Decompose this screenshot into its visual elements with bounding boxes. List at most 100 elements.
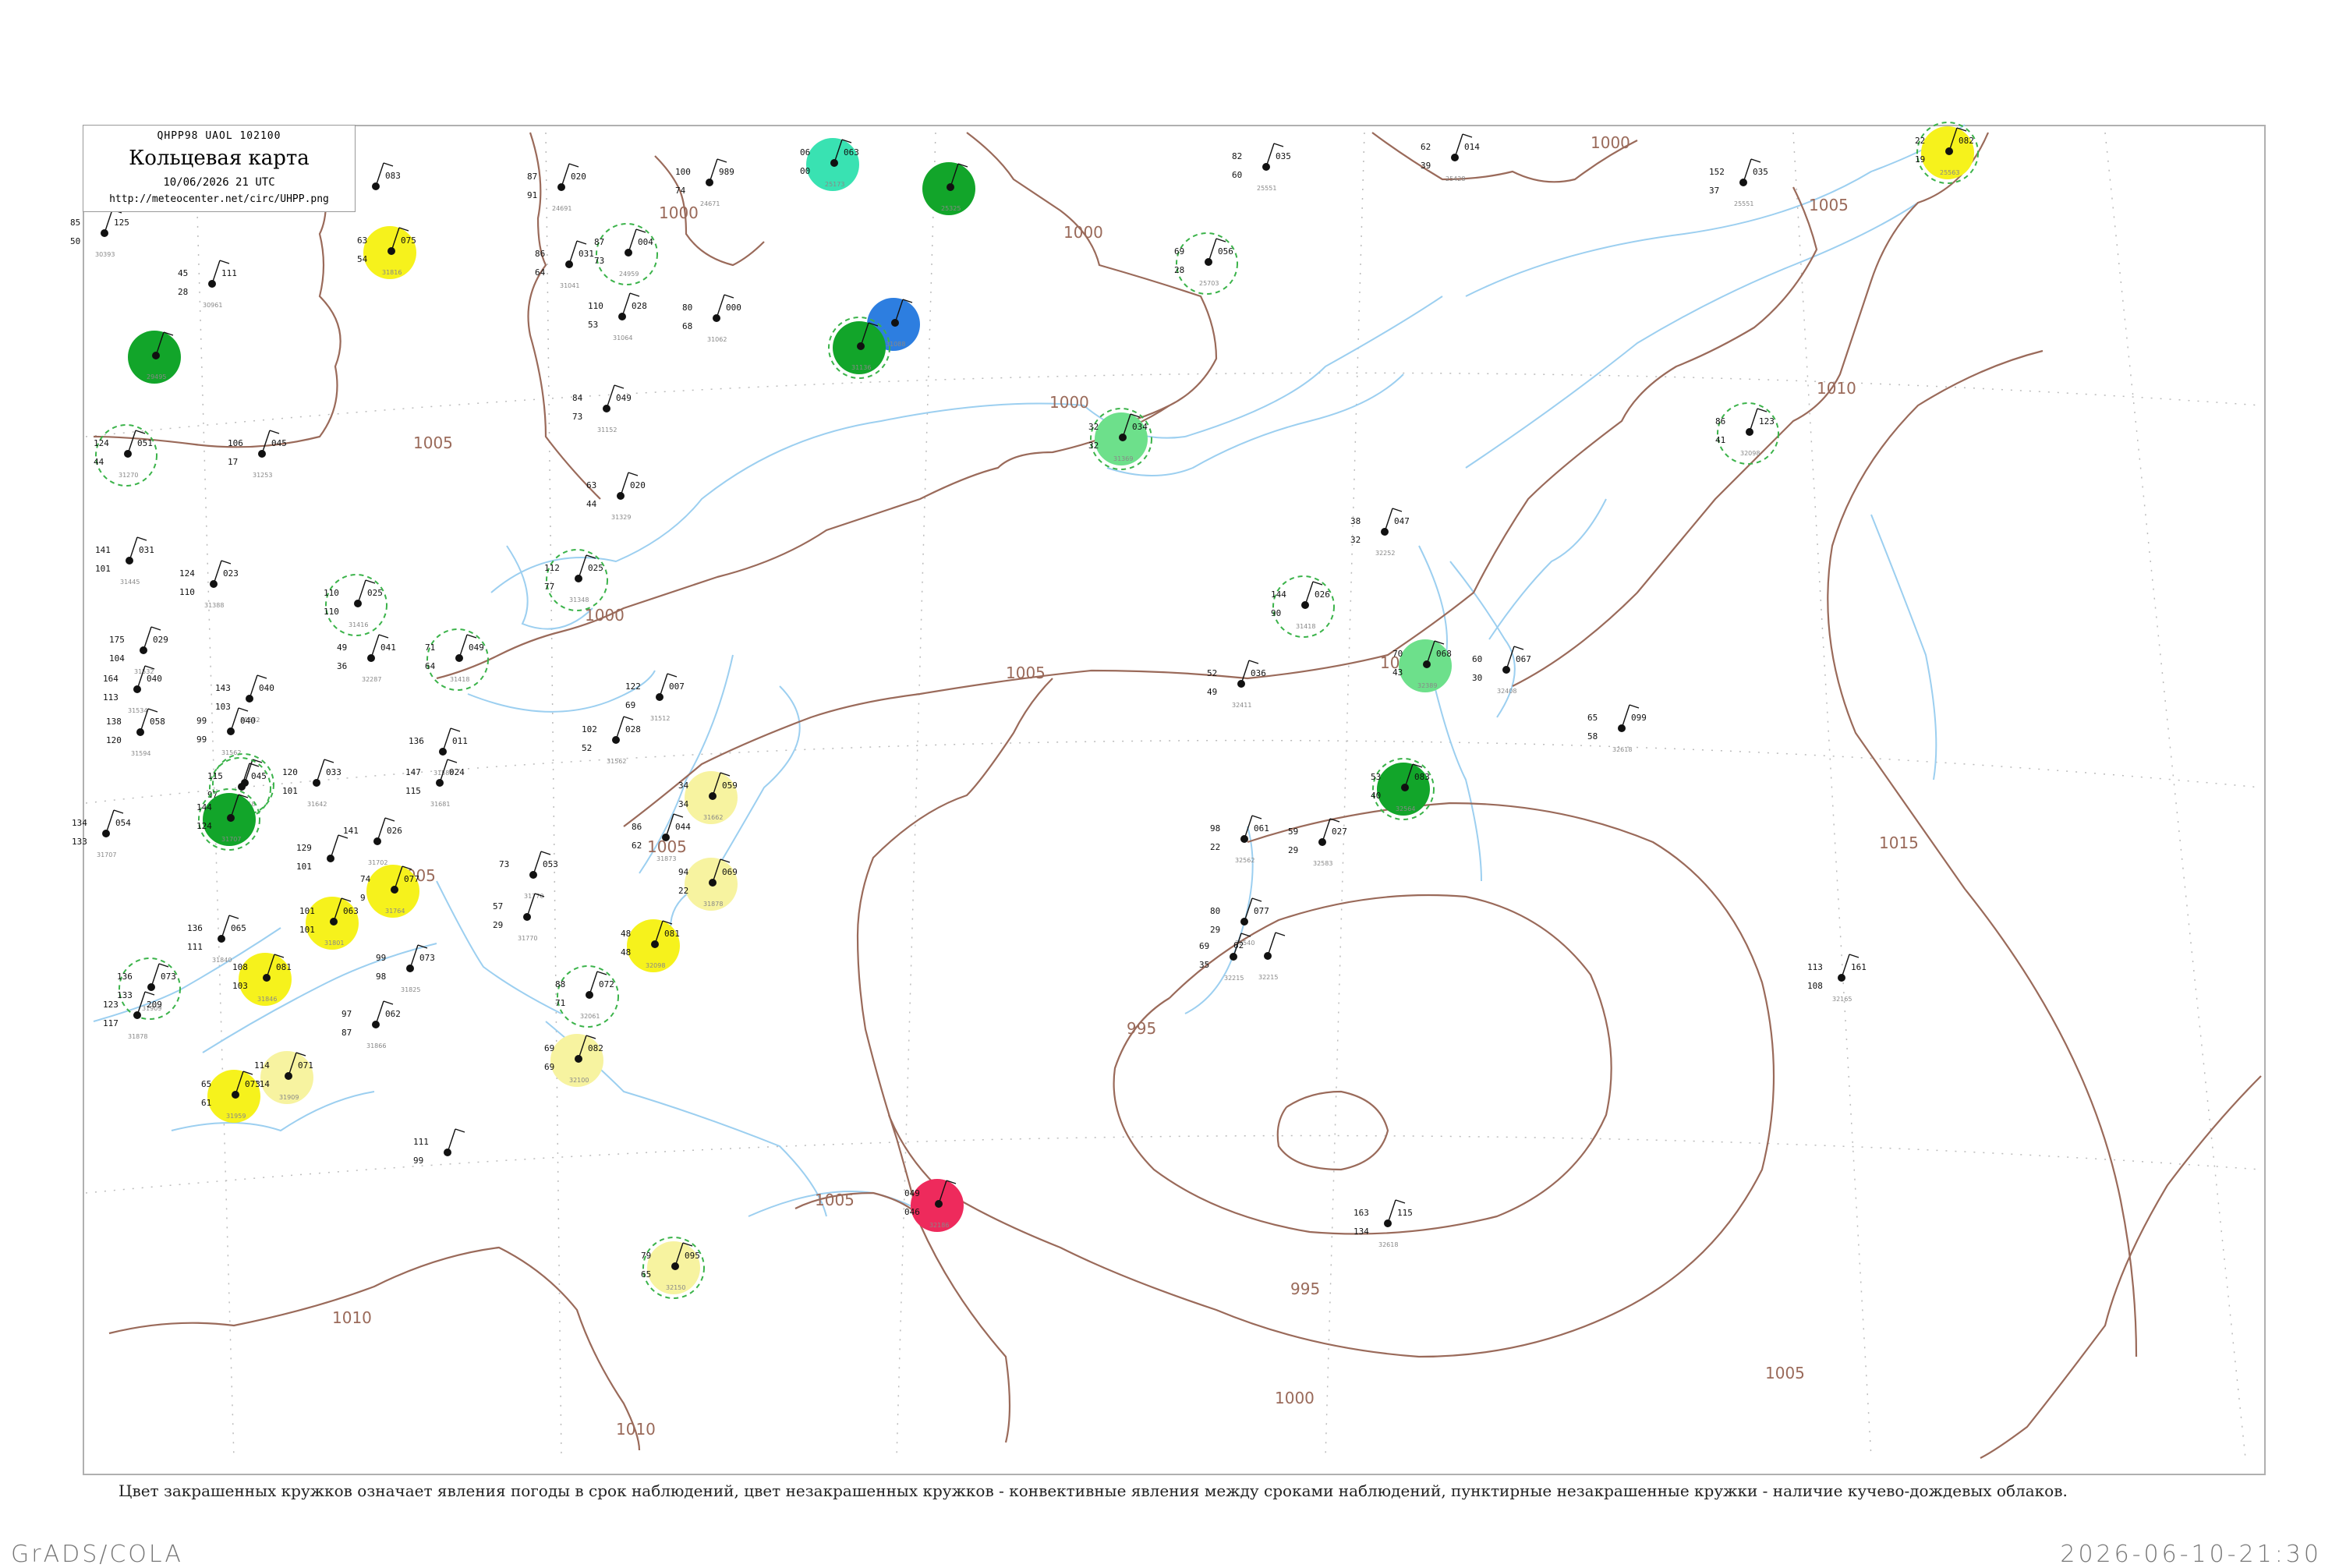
dewpoint-value: 22 <box>678 886 688 896</box>
station-plot: 59 027 29 32583 <box>1288 818 1347 867</box>
temperature-value: 023 <box>223 568 239 579</box>
station-plot: 80 000 68 31062 <box>682 294 741 343</box>
map-legend-box: QHPP98 UAOL 102100 Кольцевая карта 10/06… <box>83 125 356 212</box>
dewpoint-value: 34 <box>678 799 689 809</box>
temperature-value: 077 <box>404 874 419 884</box>
station-id: 32562 <box>1235 857 1254 864</box>
isobar-labels: 1000 1005 1000 1000 1005 1010 1005 1000 … <box>332 133 1919 1439</box>
temperature-value: 025 <box>588 563 603 573</box>
pressure-value: 69 <box>544 1043 554 1053</box>
dewpoint-value: 40 <box>1371 791 1381 801</box>
pressure-value: 87 <box>527 172 537 182</box>
dewpoint-value: 90 <box>1271 608 1281 618</box>
station-id: 31388 <box>204 602 224 609</box>
wind-barb-feather <box>466 634 477 639</box>
station-id: 31825 <box>401 986 420 993</box>
temperature-value: 065 <box>231 923 246 933</box>
wind-barb-feather <box>568 163 579 168</box>
wind-barb <box>589 971 598 996</box>
wind-barb <box>230 707 239 732</box>
station-id: 25325 <box>941 205 961 212</box>
isobar-label: 1000 <box>1591 133 1630 152</box>
station-plot: 62 32215 <box>1233 932 1286 981</box>
temperature-value: 082 <box>1959 136 1974 146</box>
wind-barb-feather <box>1312 581 1323 586</box>
wind-barb <box>1244 815 1253 840</box>
pressure-value: 147 <box>405 767 421 777</box>
isobar-label: 1005 <box>1765 1364 1805 1382</box>
wind-barb-feather <box>136 536 147 541</box>
station-id: 25428 <box>1446 175 1465 182</box>
temperature-value: 099 <box>1631 713 1647 723</box>
pressure-value: 112 <box>544 563 560 573</box>
station-id: 25173 <box>825 181 844 188</box>
temperature-value: 072 <box>599 979 614 989</box>
station-plot: 141 031 101 31445 <box>95 536 154 586</box>
dewpoint-value: 87 <box>341 1028 352 1038</box>
station-id: 31707 <box>97 851 116 858</box>
wind-barb-feather <box>455 1128 465 1133</box>
wind-barb-feather <box>673 813 684 818</box>
isobar-label: 995 <box>1290 1280 1320 1298</box>
pressure-value: 80 <box>682 303 692 313</box>
dewpoint-value: 134 <box>1354 1226 1369 1237</box>
station-plot: 141 026 31702 <box>343 817 402 866</box>
station-markers: 4308390630755431816870209124691100989742… <box>70 122 1979 1299</box>
wind-barb-feather <box>383 162 394 167</box>
pressure-value: 152 <box>1709 167 1725 177</box>
station-id: 32618 <box>1612 746 1632 753</box>
station-plot: 84 049 73 31152 <box>572 384 632 434</box>
wind-barb <box>621 292 631 317</box>
pressure-value: 62 <box>1421 142 1431 152</box>
wind-barb <box>1244 897 1253 922</box>
station-plot: 136 07313331909 <box>117 957 181 1020</box>
wind-barb-feather <box>221 560 232 565</box>
temperature-value: 035 <box>1753 167 1768 177</box>
dewpoint-value: 50 <box>70 236 80 246</box>
wind-barb <box>533 851 542 876</box>
temperature-value: 040 <box>240 716 256 726</box>
station-id: 30961 <box>203 302 222 309</box>
wind-barb <box>129 536 138 561</box>
temperature-value: 115 <box>1397 1208 1413 1218</box>
dewpoint-value: 111 <box>187 942 203 952</box>
station-id: 32098 <box>1740 450 1760 457</box>
station-plot: 86 031 64 31041 <box>535 240 594 289</box>
pressure-value: 136 <box>187 923 203 933</box>
station-id: 31909 <box>279 1094 299 1101</box>
pressure-value: 120 <box>282 767 298 777</box>
dewpoint-value: 48 <box>621 947 631 957</box>
pressure-value: 86 <box>632 822 642 832</box>
station-plot: 163 115 134 32618 <box>1354 1199 1413 1248</box>
dewpoint-value: 69 <box>544 1062 554 1072</box>
station-plot: 7305331770 <box>499 851 558 900</box>
dewpoint-value: 65 <box>641 1269 651 1280</box>
dewpoint-value: 28 <box>1174 265 1184 275</box>
station-id: 32215 <box>1258 974 1278 981</box>
station-plot: 86 123 41 32098 <box>1715 402 1779 465</box>
dewpoint-value: 28 <box>178 287 188 297</box>
station-plot: 134 054 133 31707 <box>72 809 131 858</box>
dewpoint-value: 35 <box>1199 960 1209 970</box>
temperature-value: 026 <box>387 826 402 836</box>
temperature-value: 027 <box>1332 826 1347 837</box>
station-plot: 48 081 48 32098 <box>621 919 680 972</box>
pressure-value: 69 <box>1174 246 1184 257</box>
dewpoint-value: 58 <box>1587 731 1598 742</box>
wind-barb <box>1749 408 1758 433</box>
wind-barb-feather <box>384 817 395 822</box>
station-id: 31512 <box>650 715 670 722</box>
isobar-label: 1005 <box>413 434 453 452</box>
dewpoint-value: 00 <box>800 166 810 176</box>
temperature-value: 083 <box>385 171 401 181</box>
dewpoint-value: 60 <box>1232 170 1242 180</box>
pressure-value: 88 <box>555 979 565 989</box>
pressure-value: 114 <box>254 1060 270 1071</box>
dewpoint-value: 103 <box>215 702 231 712</box>
wind-barb-feather <box>1251 815 1262 819</box>
station-id: 24691 <box>552 205 571 212</box>
dewpoint-value: 73 <box>594 256 604 266</box>
station-id: 32618 <box>1378 1241 1398 1248</box>
dewpoint-value: 046 <box>904 1207 920 1217</box>
temperature-value: 063 <box>844 147 859 158</box>
